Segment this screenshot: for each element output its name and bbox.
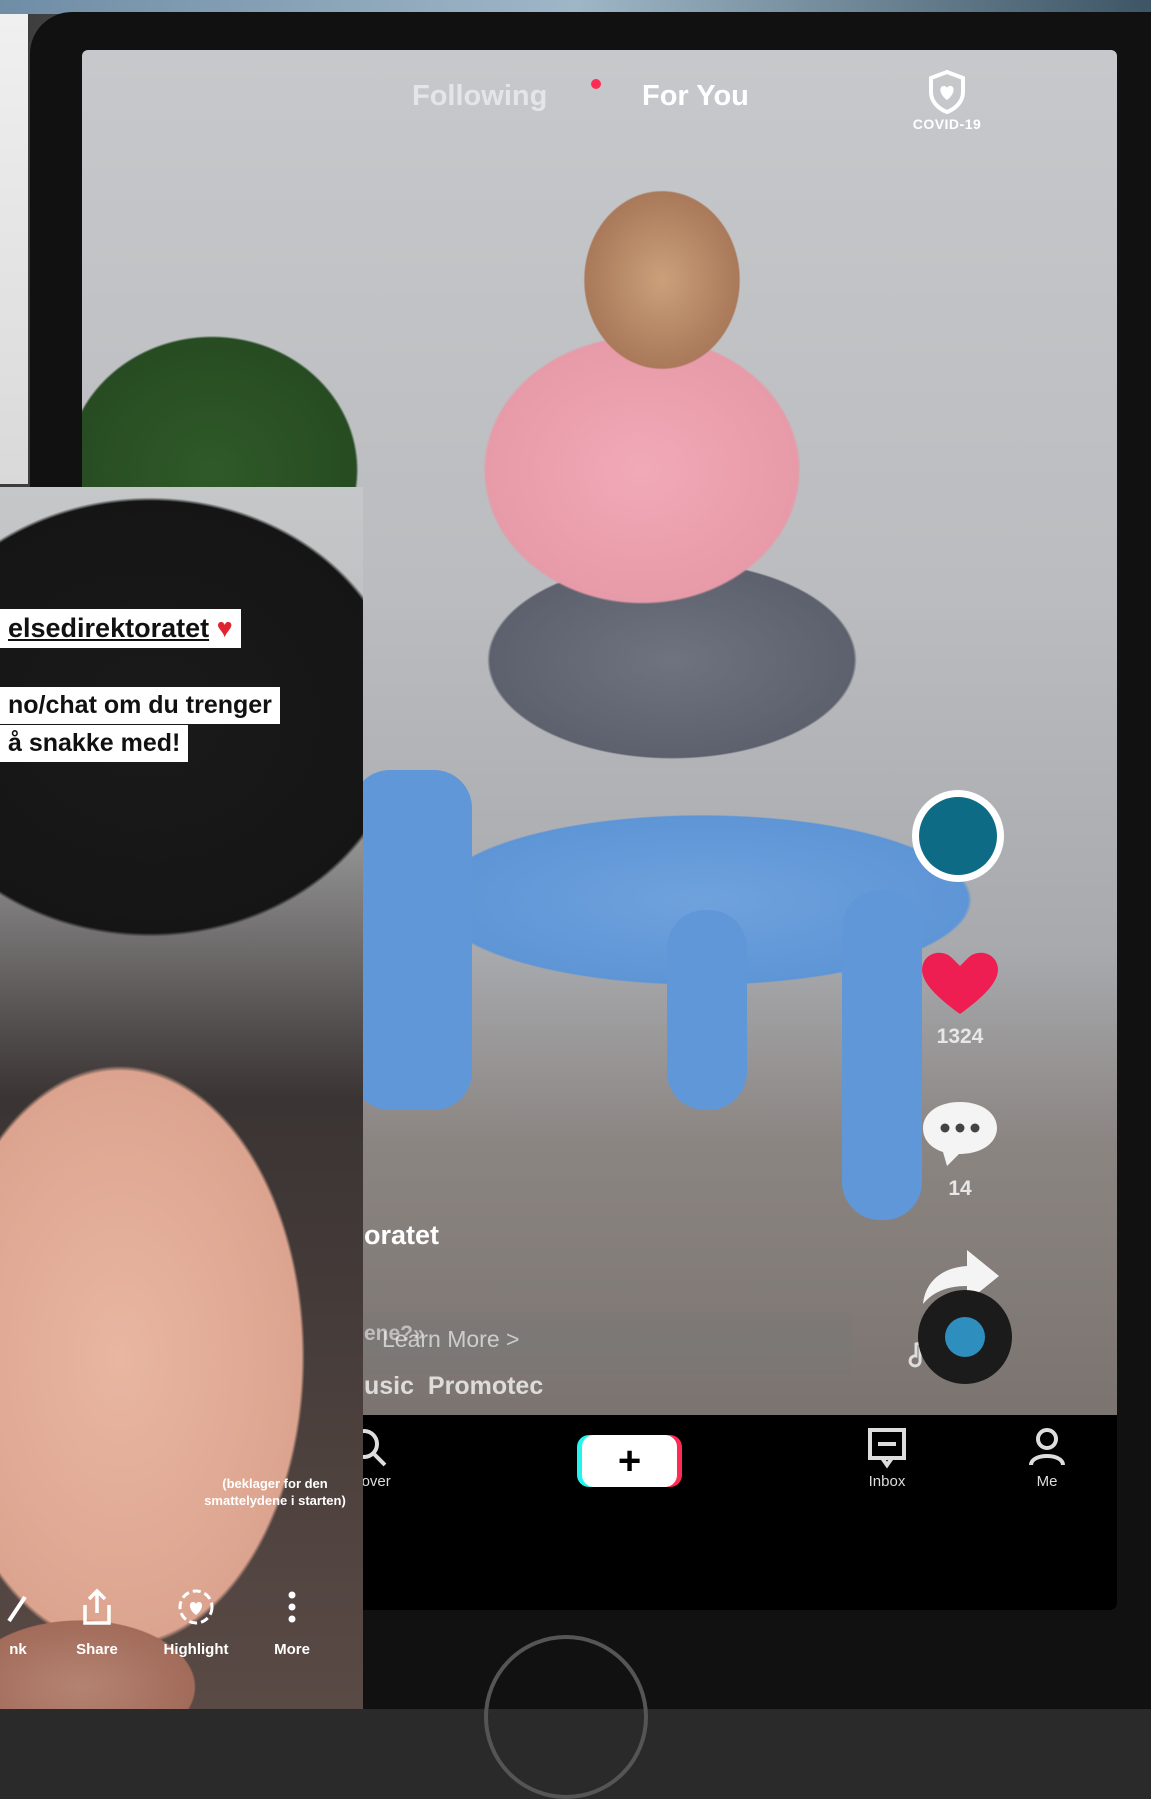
highlight-heart-icon — [178, 1589, 214, 1625]
plus-icon: + — [617, 1439, 642, 1483]
avatar-logo — [919, 797, 997, 875]
tab-for-you[interactable]: For You — [642, 80, 749, 113]
covid-label: COVID-19 — [912, 116, 982, 132]
sound-disc[interactable] — [918, 1290, 1012, 1384]
left-document-strip — [0, 14, 28, 484]
share-label: Share — [76, 1641, 118, 1658]
like-count: 1324 — [936, 1025, 984, 1048]
nav-me[interactable]: Me — [1012, 1425, 1082, 1490]
more-label: More — [274, 1641, 310, 1658]
shield-heart-icon — [929, 70, 965, 114]
covid-info-button[interactable]: COVID-19 — [882, 70, 1012, 132]
highlight-label: Highlight — [163, 1641, 229, 1658]
nav-inbox-label: Inbox — [868, 1473, 906, 1490]
highlight-action[interactable]: Highlight — [150, 1587, 242, 1658]
upload-share-icon — [83, 1588, 111, 1625]
learn-more-button[interactable]: Learn More > — [352, 1312, 852, 1374]
comment-button[interactable]: 14 — [905, 1098, 1015, 1201]
caption-line-2: å snakke med! — [0, 725, 189, 762]
caption-line-1: no/chat om du trenger — [0, 687, 280, 724]
share-action[interactable]: Share — [60, 1587, 134, 1658]
creator-avatar[interactable] — [912, 790, 1004, 882]
creator-username[interactable]: oratet — [364, 1220, 439, 1251]
chair-leg — [352, 770, 472, 1110]
link-action[interactable]: nk — [0, 1587, 36, 1658]
heart-icon — [922, 952, 998, 1014]
comment-count: 14 — [948, 1177, 972, 1200]
chair-leg — [667, 910, 747, 1110]
mention-sticker[interactable]: elsedirektoratet ♥ — [0, 609, 241, 648]
more-vertical-icon — [288, 1591, 296, 1623]
sound-disc-logo — [945, 1317, 985, 1357]
heart-icon: ♥ — [216, 613, 233, 643]
more-action[interactable]: More — [262, 1587, 322, 1658]
link-label: nk — [9, 1641, 27, 1658]
nav-inbox[interactable]: Inbox — [842, 1425, 932, 1490]
top-bar: Following For You COVID-19 — [82, 50, 1117, 170]
link-icon — [7, 1595, 27, 1623]
like-button[interactable]: 1324 — [905, 950, 1015, 1049]
mention-text: elsedirektoratet — [8, 613, 210, 643]
story-overlay-screenshot: elsedirektoratet ♥ no/chat om du trenger… — [0, 487, 363, 1709]
create-button[interactable]: + — [582, 1435, 677, 1487]
nav-me-label: Me — [1036, 1473, 1058, 1490]
inbox-icon — [868, 1428, 906, 1469]
learn-more-label: Learn More > — [382, 1326, 520, 1352]
tab-following[interactable]: Following — [412, 80, 547, 113]
home-button[interactable] — [484, 1635, 648, 1799]
notification-dot — [591, 79, 601, 89]
apology-note: (beklager for den smattelydene i starten… — [204, 1476, 346, 1508]
comment-icon — [923, 1102, 997, 1166]
profile-icon — [1029, 1428, 1065, 1466]
sound-name[interactable]: usic Promotec — [364, 1372, 543, 1401]
